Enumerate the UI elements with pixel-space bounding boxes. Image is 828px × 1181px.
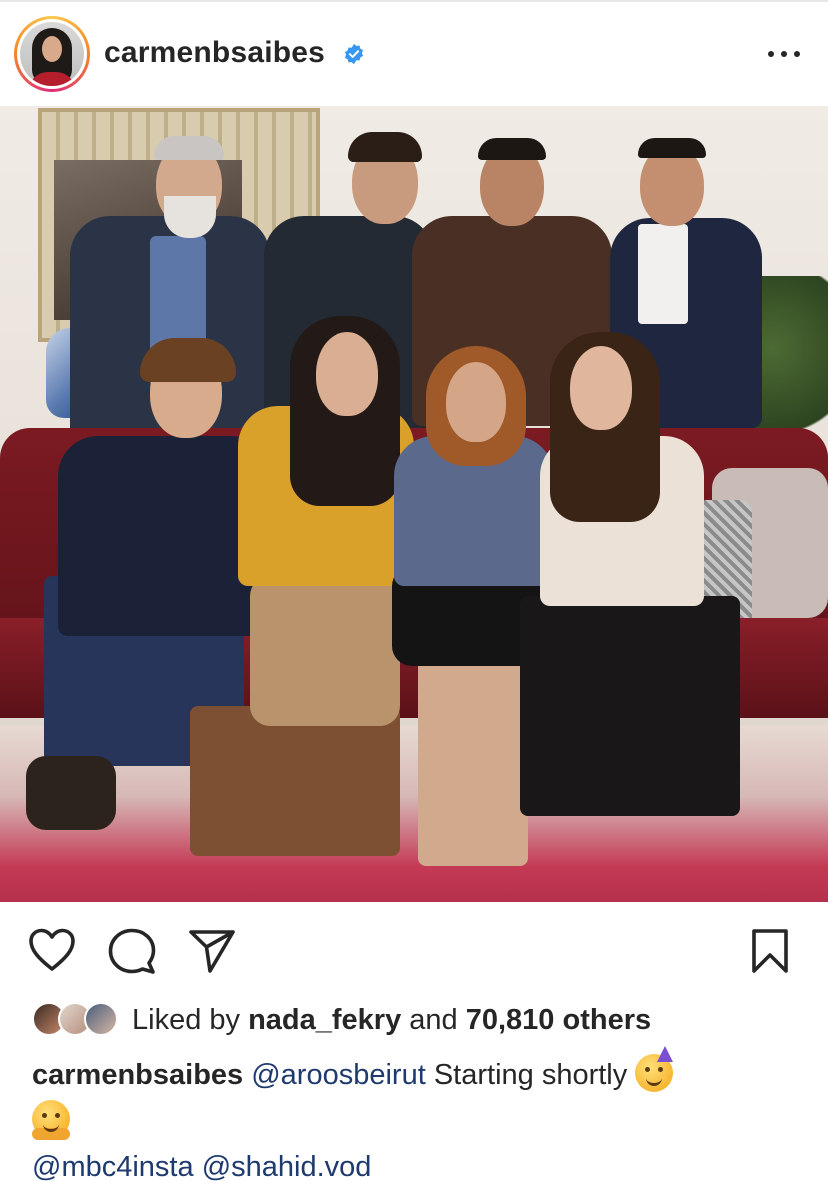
heart-icon[interactable] <box>28 928 76 972</box>
caption-mention[interactable]: @mbc4insta <box>32 1151 194 1181</box>
send-icon[interactable] <box>188 928 236 974</box>
post-actions-bar <box>0 902 828 998</box>
more-dot <box>781 51 787 57</box>
post-caption: carmenbsaibes @aroosbeirut Starting shor… <box>32 1046 812 1181</box>
hugging-face-icon <box>32 1100 70 1140</box>
caption-mention[interactable]: @shahid.vod <box>202 1151 372 1181</box>
profile-avatar[interactable] <box>14 16 90 92</box>
likes-count[interactable]: 70,810 others <box>466 1004 651 1036</box>
more-dot <box>794 51 800 57</box>
likes-row[interactable]: Liked by nada_fekry and 70,810 others <box>32 1000 812 1042</box>
more-dot <box>768 51 774 57</box>
likes-middle: and <box>401 1004 466 1036</box>
post-username[interactable]: carmenbsaibes <box>104 36 325 70</box>
likes-prefix: Liked by <box>132 1004 249 1036</box>
liker-avatar <box>84 1002 118 1036</box>
caption-username[interactable]: carmenbsaibes <box>32 1059 243 1091</box>
liker-avatars <box>32 1002 122 1036</box>
liker-username[interactable]: nada_fekry <box>248 1004 401 1036</box>
bookmark-icon[interactable] <box>750 928 790 974</box>
caption-text: Starting shortly <box>425 1059 636 1091</box>
more-options-button[interactable] <box>764 40 804 68</box>
comment-icon[interactable] <box>108 928 156 974</box>
partying-face-icon <box>635 1046 674 1092</box>
post-photo[interactable] <box>0 106 828 902</box>
post-header: carmenbsaibes <box>0 2 828 106</box>
verified-badge-icon <box>344 43 364 65</box>
caption-mention[interactable]: @aroosbeirut <box>251 1059 426 1091</box>
avatar-image <box>20 22 84 86</box>
likes-text: Liked by nada_fekry and 70,810 others <box>132 1004 651 1037</box>
